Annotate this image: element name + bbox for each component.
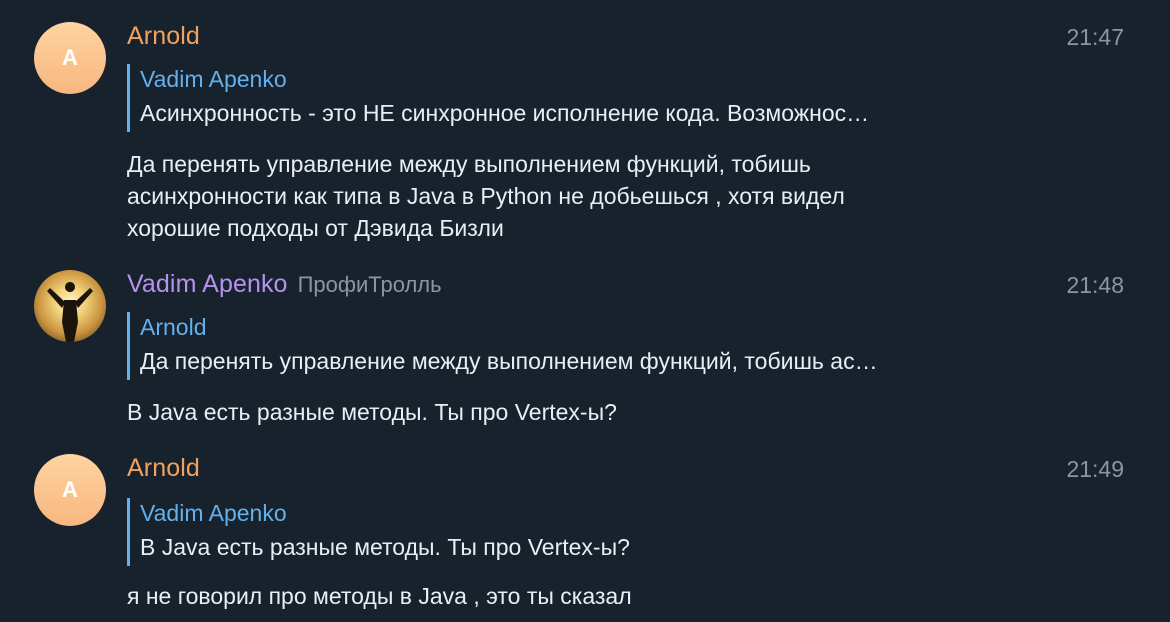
message-item[interactable]: A Arnold 21:49 Vadim Apenko В Java есть …: [0, 454, 1170, 622]
message-time: 21:49: [1066, 456, 1124, 482]
message-item[interactable]: Vadim Apenko ПрофиТролль 21:48 Arnold Да…: [0, 270, 1170, 440]
sender-line: Arnold: [127, 454, 200, 486]
message-text: В Java есть разные методы. Ты про Vertex…: [127, 396, 1117, 428]
reply-sender-name: Vadim Apenko: [140, 500, 287, 526]
person-silhouette-sunset-avatar-icon: [34, 270, 106, 342]
sender-name[interactable]: Arnold: [127, 22, 200, 51]
avatar[interactable]: [34, 270, 106, 342]
message-text-line: я не говорил про методы в Java , это ты …: [127, 583, 632, 609]
message-text-line: хорошие подходы от Дэвида Бизли: [127, 215, 504, 241]
reply-sender-name: Vadim Apenko: [140, 66, 287, 92]
sender-line: Vadim Apenko ПрофиТролль: [127, 270, 442, 302]
message-text-line: асинхронности как типа в Java в Python н…: [127, 183, 845, 209]
sender-custom-title: ПрофиТролль: [297, 272, 442, 297]
avatar[interactable]: A: [34, 22, 106, 94]
reply-text: В Java есть разные методы. Ты про Vertex…: [140, 534, 630, 560]
sender-name[interactable]: Arnold: [127, 454, 200, 483]
avatar[interactable]: A: [34, 454, 106, 526]
message-text-line: В Java есть разные методы. Ты про Vertex…: [127, 399, 617, 425]
reply-quote[interactable]: Vadim Apenko Асинхронность - это НЕ синх…: [127, 64, 1030, 132]
reply-quote[interactable]: Arnold Да перенять управление между выпо…: [127, 312, 1030, 380]
message-item[interactable]: A Arnold 21:47 Vadim Apenko Асинхронност…: [0, 22, 1170, 252]
message-text: я не говорил про методы в Java , это ты …: [127, 580, 1117, 612]
message-time: 21:47: [1066, 24, 1124, 50]
message-time: 21:48: [1066, 272, 1124, 298]
avatar-letter: A: [62, 45, 78, 70]
sender-name[interactable]: Vadim Apenko: [127, 270, 288, 299]
reply-quote[interactable]: Vadim Apenko В Java есть разные методы. …: [127, 498, 1030, 566]
message-text-line: Да перенять управление между выполнением…: [127, 151, 811, 177]
sender-line: Arnold: [127, 22, 200, 54]
reply-text: Да перенять управление между выполнением…: [140, 348, 878, 374]
reply-sender-name: Arnold: [140, 314, 207, 340]
avatar-letter: A: [62, 477, 78, 502]
chat-history[interactable]: A Arnold 21:47 Vadim Apenko Асинхронност…: [0, 0, 1170, 622]
reply-text: Асинхронность - это НЕ синхронное исполн…: [140, 100, 870, 126]
message-text: Да перенять управление между выполнением…: [127, 148, 1117, 244]
